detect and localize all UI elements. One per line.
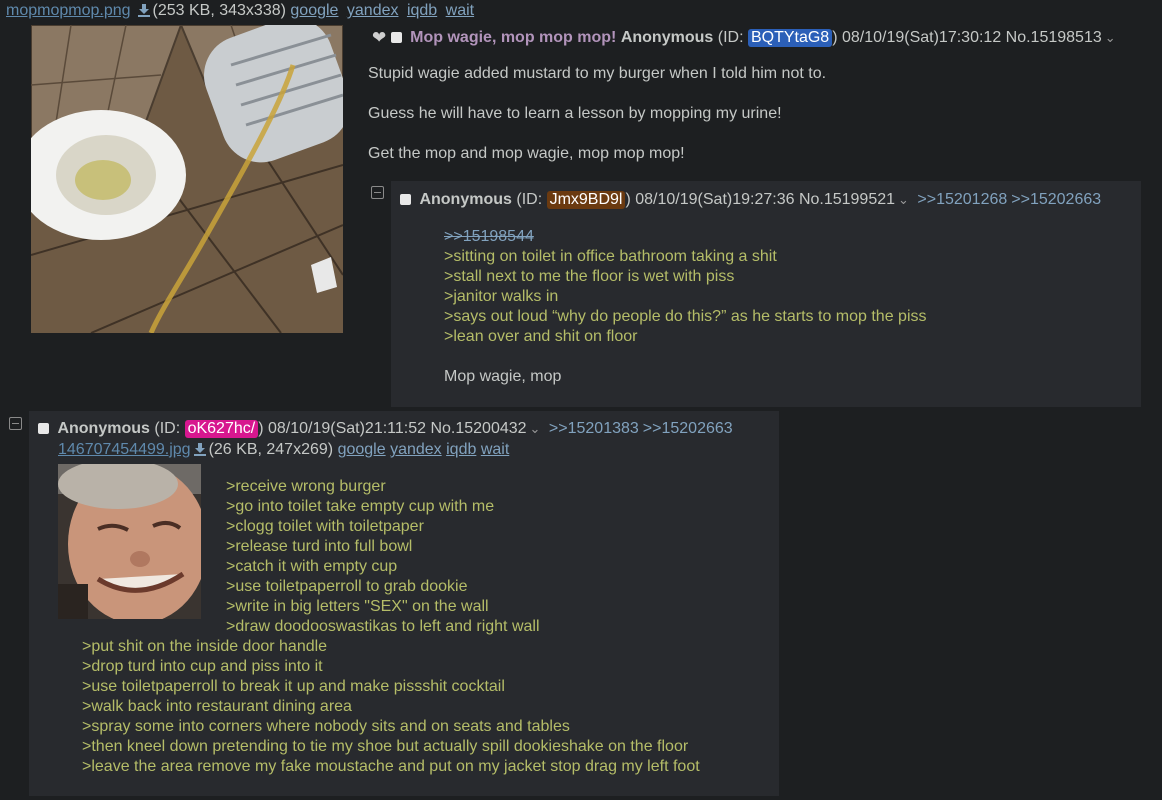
- op-poster-id[interactable]: BQTYtaG8: [747, 29, 833, 47]
- reply-closing-line: Mop wagie, mop: [444, 368, 562, 385]
- reply-poster-id[interactable]: oK627hc/: [184, 420, 259, 438]
- greentext-line: >spray some into corners where nobody si…: [82, 718, 570, 735]
- greentext-line: >stall next to me the floor is wet with …: [444, 268, 735, 285]
- search-link-google[interactable]: google: [290, 2, 338, 19]
- download-icon[interactable]: [193, 442, 207, 456]
- op-body-line: Stupid wagie added mustard to my burger …: [368, 65, 827, 82]
- backlink[interactable]: >>15202663: [1011, 191, 1101, 208]
- dead-quote-link[interactable]: >>15198544: [444, 228, 534, 245]
- op-file-link[interactable]: mopmopmop.png: [6, 2, 131, 19]
- reply-header: Anonymous (ID: oK627hc/) 08/10/19(Sat)21…: [38, 420, 733, 438]
- greentext-line: >receive wrong burger: [226, 478, 386, 495]
- reply-body-beside-image: >receive wrong burger >go into toilet ta…: [226, 477, 540, 637]
- op-thumbnail-image: [31, 25, 343, 333]
- search-link-yandex[interactable]: yandex: [390, 441, 442, 458]
- hide-post-2-icon[interactable]: [9, 417, 22, 430]
- greentext-line: >lean over and shit on floor: [444, 328, 638, 345]
- op-file-info: mopmopmop.png (253 KB, 343x338) google ya…: [6, 2, 478, 20]
- greentext-line: >janitor walks in: [444, 288, 559, 305]
- op-file-meta: (253 KB, 343x338): [152, 2, 286, 19]
- heart-icon[interactable]: ❤: [372, 28, 386, 47]
- reply-thumbnail-image: [58, 464, 201, 619]
- reply-header: Anonymous (ID: Jmx9BD9l) 08/10/19(Sat)19…: [400, 191, 1101, 209]
- backlink[interactable]: >>15201383: [549, 420, 639, 437]
- search-link-iqdb[interactable]: iqdb: [446, 441, 476, 458]
- greentext-line: >says out loud “why do people do this?” …: [444, 308, 927, 325]
- reply-thumbnail[interactable]: [58, 464, 201, 619]
- reply-poster-id[interactable]: Jmx9BD9l: [546, 191, 626, 209]
- greentext-line: >drop turd into cup and piss into it: [82, 658, 323, 675]
- reply-datetime[interactable]: ) 08/10/19(Sat)21:11:52 No.15200432: [258, 420, 526, 437]
- reply-id-prefix: (ID:: [154, 420, 185, 437]
- reply-body: >>15198544 >sitting on toilet in office …: [444, 227, 927, 387]
- search-link-yandex[interactable]: yandex: [347, 2, 399, 19]
- hide-post-1-icon[interactable]: [371, 186, 384, 199]
- greentext-line: >sitting on toilet in office bathroom ta…: [444, 248, 777, 265]
- reply-id-prefix: (ID:: [516, 191, 547, 208]
- op-id-prefix: (ID:: [717, 29, 748, 46]
- backlink[interactable]: >>15202663: [643, 420, 733, 437]
- reply-post-15200432: Anonymous (ID: oK627hc/) 08/10/19(Sat)21…: [29, 411, 779, 796]
- greentext-line: >write in big letters "SEX" on the wall: [226, 598, 489, 615]
- reply-poster-name: Anonymous: [57, 420, 150, 437]
- reply-body-below-image: >put shit on the inside door handle >dro…: [82, 637, 700, 777]
- search-link-wait[interactable]: wait: [481, 441, 509, 458]
- reply-file-info: 146707454499.jpg (26 KB, 247x269) google …: [58, 441, 509, 459]
- download-icon[interactable]: [137, 3, 151, 17]
- reply-datetime[interactable]: ) 08/10/19(Sat)19:27:36 No.15199521: [625, 191, 895, 208]
- greentext-line: >put shit on the inside door handle: [82, 638, 328, 655]
- reply-post-15199521: Anonymous (ID: Jmx9BD9l) 08/10/19(Sat)19…: [391, 181, 1141, 407]
- chevron-down-icon[interactable]: ⌄: [898, 192, 909, 207]
- greentext-line: >go into toilet take empty cup with me: [226, 498, 495, 515]
- op-post-body: Stupid wagie added mustard to my burger …: [368, 64, 1148, 184]
- greentext-line: >clogg toilet with toiletpaper: [226, 518, 424, 535]
- op-poster-name: Anonymous: [620, 29, 714, 46]
- reply-poster-name: Anonymous: [419, 191, 512, 208]
- search-link-google[interactable]: google: [338, 441, 386, 458]
- greentext-line: >leave the area remove my fake moustache…: [82, 758, 700, 775]
- op-select-checkbox[interactable]: [390, 32, 402, 43]
- greentext-line: >draw doodooswastikas to left and right …: [226, 618, 540, 635]
- chevron-down-icon[interactable]: ⌄: [1105, 30, 1116, 45]
- backlink[interactable]: >>15201268: [917, 191, 1007, 208]
- greentext-line: >catch it with empty cup: [226, 558, 398, 575]
- greentext-line: >release turd into full bowl: [226, 538, 413, 555]
- op-post-header: ❤ Mop wagie, mop mop mop! Anonymous (ID:…: [372, 28, 1116, 48]
- op-thumbnail[interactable]: [31, 25, 343, 333]
- op-body-line: Get the mop and mop wagie, mop mop mop!: [368, 145, 685, 162]
- search-link-iqdb[interactable]: iqdb: [407, 2, 437, 19]
- reply-select-checkbox[interactable]: [38, 423, 49, 434]
- greentext-line: >walk back into restaurant dining area: [82, 698, 352, 715]
- op-subject: Mop wagie, mop mop mop!: [410, 29, 617, 46]
- greentext-line: >use toiletpaperroll to grab dookie: [226, 578, 468, 595]
- search-link-wait[interactable]: wait: [446, 2, 474, 19]
- reply-select-checkbox[interactable]: [400, 194, 411, 205]
- reply-file-link[interactable]: 146707454499.jpg: [58, 441, 191, 458]
- greentext-line: >use toiletpaperroll to break it up and …: [82, 678, 505, 695]
- op-body-line: Guess he will have to learn a lesson by …: [368, 105, 782, 122]
- reply-file-meta: (26 KB, 247x269): [208, 441, 334, 458]
- greentext-line: >then kneel down pretending to tie my sh…: [82, 738, 689, 755]
- op-datetime[interactable]: ) 08/10/19(Sat)17:30:12 No.15198513: [832, 29, 1102, 46]
- chevron-down-icon[interactable]: ⌄: [530, 421, 541, 436]
